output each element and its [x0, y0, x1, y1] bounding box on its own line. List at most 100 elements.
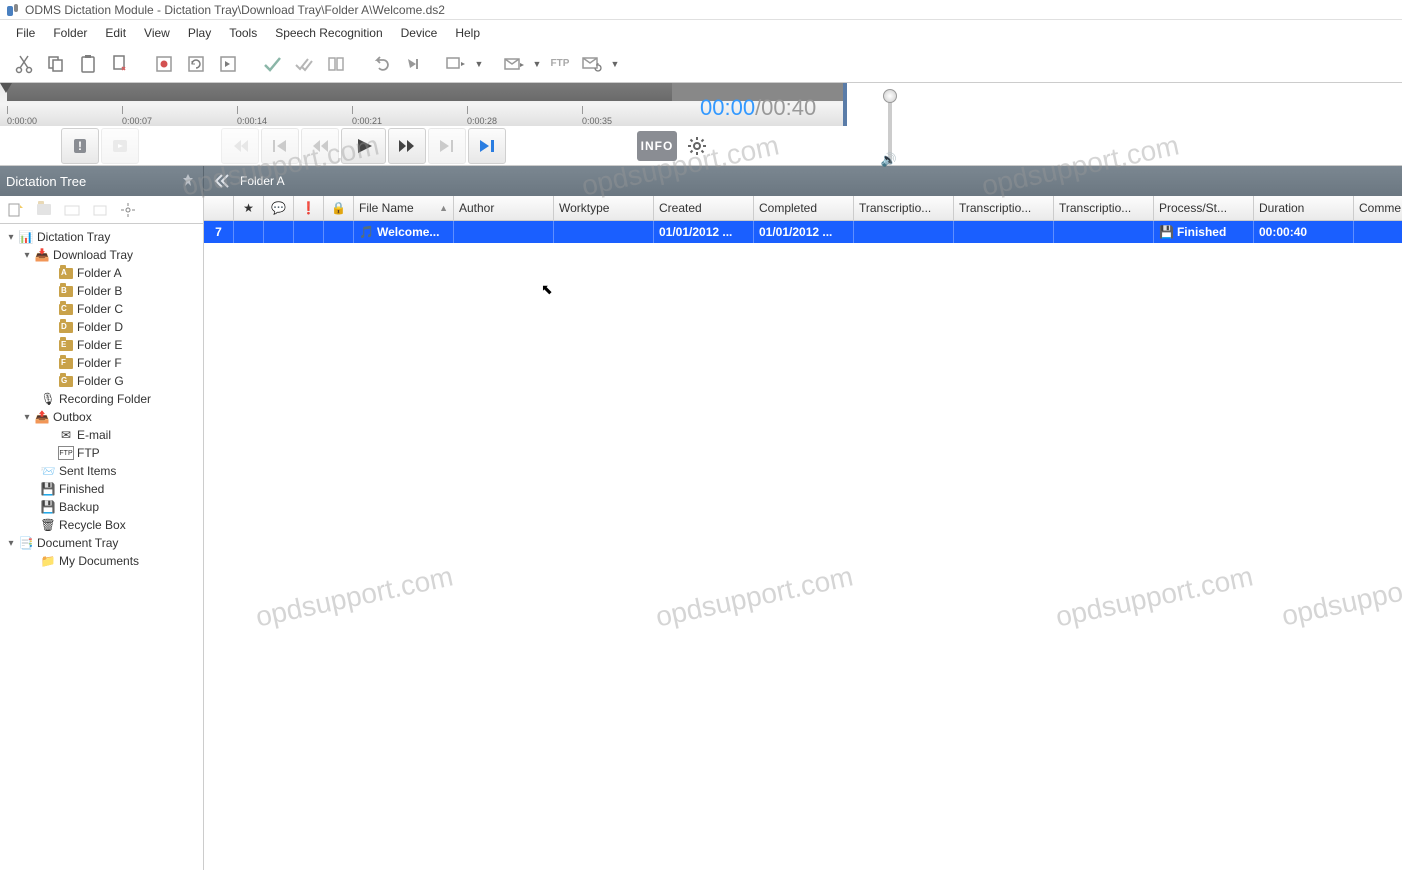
tree-node-recycle[interactable]: 🗑Recycle Box [0, 516, 203, 534]
app-icon [5, 2, 21, 18]
sync-dropdown[interactable]: ▼ [610, 59, 620, 69]
important-button[interactable]: ! [61, 128, 99, 164]
menu-file[interactable]: File [8, 23, 43, 43]
col-duration[interactable]: Duration [1254, 196, 1354, 220]
tree-node-folder-d[interactable]: DFolder D [0, 318, 203, 336]
prev-index-button[interactable] [221, 128, 259, 164]
tick-label: 0:00:21 [352, 116, 382, 126]
tree-node-ftp[interactable]: FTPFTP [0, 444, 203, 462]
play-marker-button[interactable] [101, 128, 139, 164]
col-lock[interactable]: 🔒 [324, 196, 354, 220]
skip-end-button[interactable] [468, 128, 506, 164]
col-transcription3[interactable]: Transcriptio... [1054, 196, 1154, 220]
email-dropdown[interactable]: ▼ [532, 59, 542, 69]
tree-node-dictation-tray[interactable]: ▾📊Dictation Tray [0, 228, 203, 246]
volume-thumb[interactable] [883, 89, 897, 103]
tree-props-button[interactable] [88, 199, 112, 221]
double-check-button[interactable] [290, 50, 318, 78]
menu-view[interactable]: View [136, 23, 178, 43]
time-current: 00:00 [700, 95, 755, 120]
skip-forward-button[interactable] [428, 128, 466, 164]
tree-node-folder-e[interactable]: EFolder E [0, 336, 203, 354]
col-comment[interactable]: 💬 [264, 196, 294, 220]
redo-record-button[interactable] [182, 50, 210, 78]
info-button[interactable]: INFO [637, 131, 677, 161]
col-filename[interactable]: File Name▲ [354, 196, 454, 220]
forward-record-button[interactable] [214, 50, 242, 78]
cut-button[interactable] [10, 50, 38, 78]
undo-button[interactable] [366, 50, 394, 78]
col-author[interactable]: Author [454, 196, 554, 220]
copy-button[interactable] [42, 50, 70, 78]
tree-node-folder-b[interactable]: BFolder B [0, 282, 203, 300]
tree-node-folder-f[interactable]: FFolder F [0, 354, 203, 372]
send-to-button[interactable] [442, 50, 470, 78]
tree-node-folder-a[interactable]: AFolder A [0, 264, 203, 282]
tree-node-my-documents[interactable]: 📁My Documents [0, 552, 203, 570]
email-button[interactable] [500, 50, 528, 78]
paste-button[interactable] [74, 50, 102, 78]
menu-play[interactable]: Play [180, 23, 219, 43]
volume-slider[interactable]: 🔊 [875, 90, 905, 170]
menu-edit[interactable]: Edit [97, 23, 134, 43]
pin-icon[interactable] [181, 173, 197, 189]
col-blank[interactable] [204, 196, 234, 220]
col-comments[interactable]: Comme [1354, 196, 1402, 220]
folder-icon: D [58, 320, 74, 334]
tick-label: 0:00:28 [467, 116, 497, 126]
col-transcription2[interactable]: Transcriptio... [954, 196, 1054, 220]
sync-mail-button[interactable] [578, 50, 606, 78]
tree-node-finished[interactable]: 💾Finished [0, 480, 203, 498]
tree-node-download-tray[interactable]: ▾📥Download Tray [0, 246, 203, 264]
speaker-icon: 🔊 [881, 152, 897, 168]
status-finished-icon: 💾 [1159, 225, 1174, 239]
tree-node-document-tray[interactable]: ▾📑Document Tray [0, 534, 203, 552]
delete-button[interactable] [106, 50, 134, 78]
doc-tray-icon: 📑 [18, 536, 34, 550]
menu-device[interactable]: Device [393, 23, 446, 43]
playhead-icon[interactable] [0, 83, 12, 93]
col-priority[interactable]: ❗ [294, 196, 324, 220]
col-process-status[interactable]: Process/St... [1154, 196, 1254, 220]
cell-priority [294, 221, 324, 243]
tree-settings-button[interactable] [116, 199, 140, 221]
settings-button[interactable] [678, 128, 716, 164]
main-area: ▾📊Dictation Tray ▾📥Download Tray AFolder… [0, 196, 1402, 870]
play-small-button[interactable] [398, 50, 426, 78]
tree-node-backup[interactable]: 💾Backup [0, 498, 203, 516]
tick-label: 0:00:35 [582, 116, 612, 126]
col-transcription1[interactable]: Transcriptio... [854, 196, 954, 220]
col-completed[interactable]: Completed [754, 196, 854, 220]
tree-node-outbox[interactable]: ▾📤Outbox [0, 408, 203, 426]
menu-tools[interactable]: Tools [221, 23, 265, 43]
play-button[interactable] [341, 128, 386, 164]
recycle-icon: 🗑 [40, 518, 56, 532]
tree-refresh-button[interactable] [60, 199, 84, 221]
tree-node-recording[interactable]: 🎙Recording Folder [0, 390, 203, 408]
tree-node-email[interactable]: ✉E-mail [0, 426, 203, 444]
record-button[interactable] [150, 50, 178, 78]
send-to-dropdown[interactable]: ▼ [474, 59, 484, 69]
check-button[interactable] [258, 50, 286, 78]
menu-folder[interactable]: Folder [45, 23, 95, 43]
col-star[interactable]: ★ [234, 196, 264, 220]
book-button[interactable] [322, 50, 350, 78]
outbox-icon: 📤 [34, 410, 50, 424]
tree-node-folder-g[interactable]: GFolder G [0, 372, 203, 390]
file-row[interactable]: 7 🎵Welcome... 01/01/2012 ... 01/01/2012 … [204, 221, 1402, 243]
breadcrumb-back-icon[interactable] [212, 171, 232, 191]
col-created[interactable]: Created [654, 196, 754, 220]
tick-label: 0:00:07 [122, 116, 152, 126]
menu-speech-recognition[interactable]: Speech Recognition [267, 23, 390, 43]
watermark: opdsupport.com [653, 560, 856, 633]
tree-node-folder-c[interactable]: CFolder C [0, 300, 203, 318]
ftp-button[interactable]: FTP [546, 50, 574, 78]
menu-help[interactable]: Help [447, 23, 488, 43]
rewind-button[interactable] [301, 128, 339, 164]
tree-node-sent[interactable]: 📨Sent Items [0, 462, 203, 480]
col-worktype[interactable]: Worktype [554, 196, 654, 220]
skip-back-button[interactable] [261, 128, 299, 164]
fast-forward-button[interactable] [388, 128, 426, 164]
tree-new-button[interactable] [4, 199, 28, 221]
tree-folder-button[interactable] [32, 199, 56, 221]
